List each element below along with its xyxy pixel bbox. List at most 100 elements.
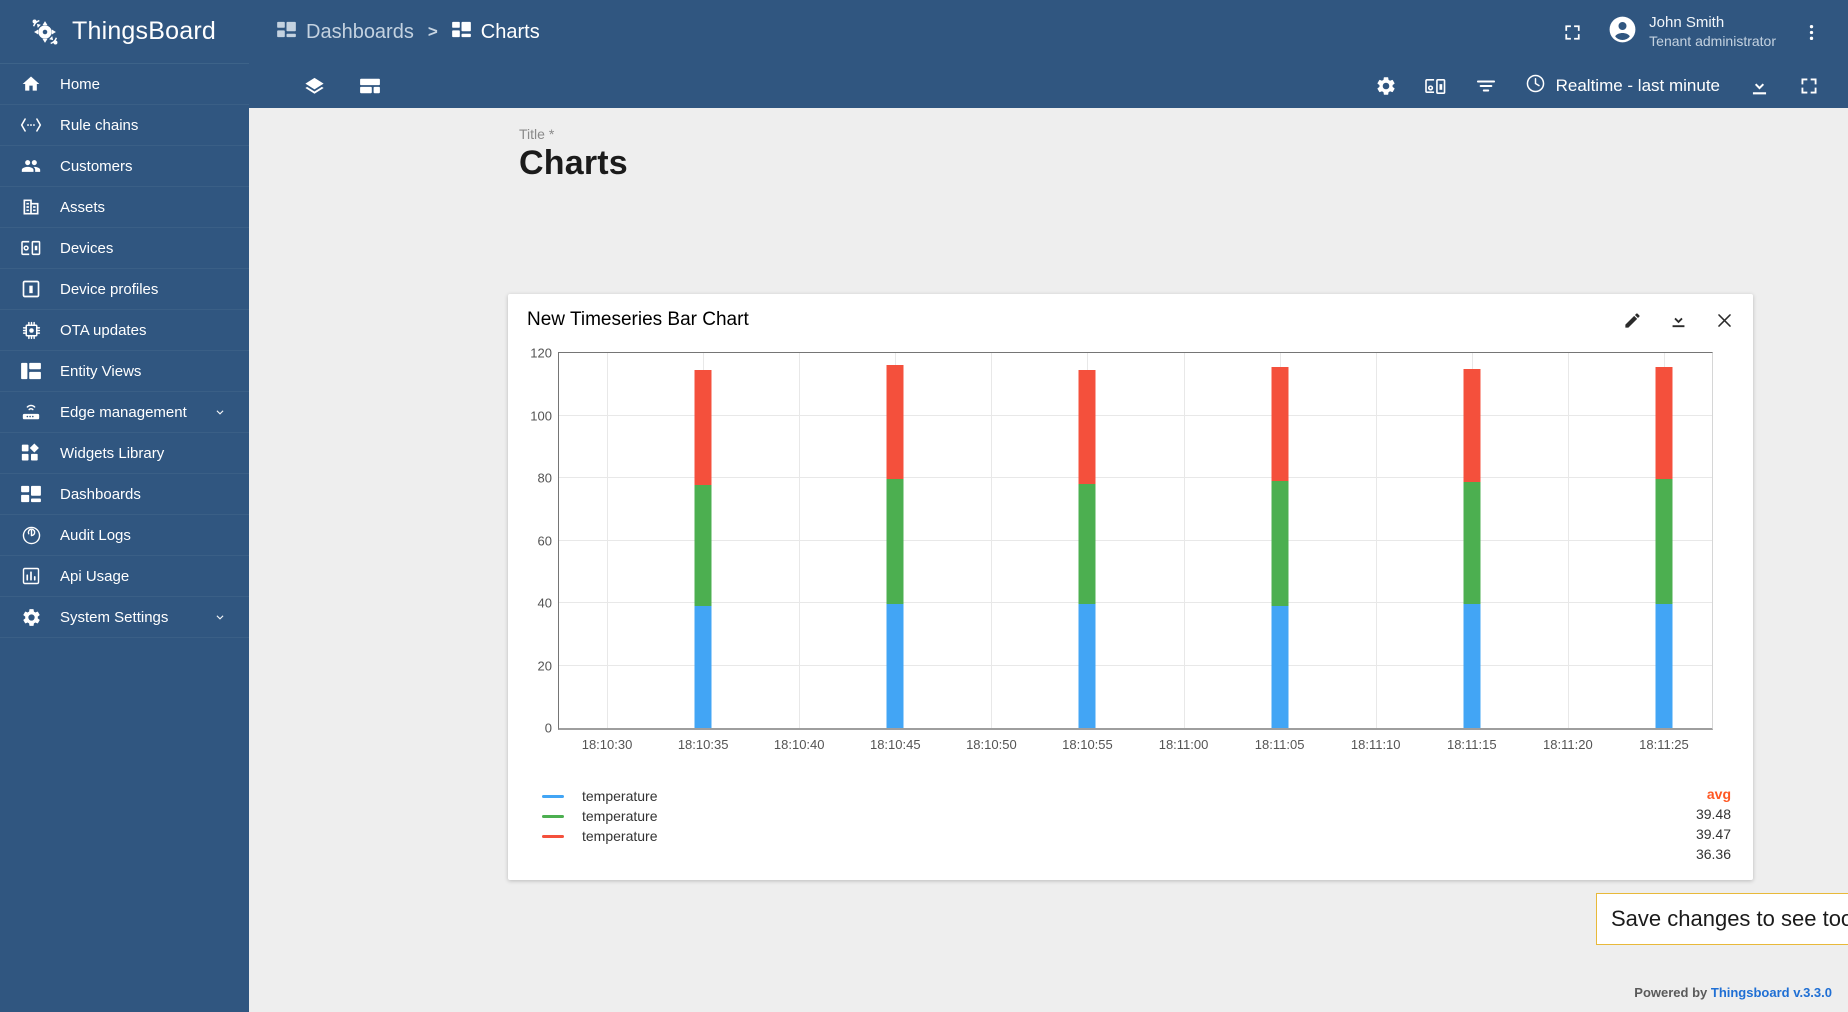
entity-views-icon: [18, 360, 44, 382]
chart-gridline: [559, 477, 1712, 478]
sidebar-item-edge-management[interactable]: Edge management: [0, 392, 249, 433]
chart-bar[interactable]: [1655, 353, 1673, 728]
edge-management-icon: [18, 401, 44, 423]
fullscreen-icon[interactable]: [1555, 15, 1589, 49]
sidebar-item-devices[interactable]: Devices: [0, 228, 249, 269]
legend-color-swatch: [542, 814, 564, 818]
chart-area: 0 20 40 60 80 100 120 18:10:30 18:10:35 18:10:40 1…: [528, 346, 1731, 766]
gear-icon: [18, 606, 44, 628]
sidebar-nav: Home Rule chains Customers Assets Device…: [0, 64, 249, 1012]
chart-bar[interactable]: [1078, 353, 1096, 728]
sidebar-item-label: Rule chains: [60, 116, 139, 134]
y-axis-tick-label: 40: [537, 595, 552, 611]
main-area: Dashboards > Charts John Smith Tenant ad…: [249, 0, 1848, 1012]
user-info: John Smith Tenant administrator: [1649, 13, 1776, 50]
download-icon[interactable]: [1742, 69, 1776, 103]
dashboards-icon: [451, 21, 471, 44]
chart-bar-segment: [1271, 481, 1289, 606]
legend-item[interactable]: temperature: [542, 786, 1696, 806]
sidebar-item-label: System Settings: [60, 608, 169, 626]
audit-logs-icon: [18, 524, 44, 546]
coachmark-text: Save changes to see tooltip: [1611, 906, 1848, 931]
sidebar-item-customers[interactable]: Customers: [0, 146, 249, 187]
breadcrumb-item-dashboards[interactable]: Dashboards: [277, 21, 414, 44]
sidebar-item-widgets-library[interactable]: Widgets Library: [0, 433, 249, 474]
chart-vertical-gridline: [799, 353, 801, 728]
device-preview-icon[interactable]: [1419, 69, 1453, 103]
home-icon: [18, 73, 44, 95]
sidebar-item-audit-logs[interactable]: Audit Logs: [0, 515, 249, 556]
sidebar-item-label: Widgets Library: [60, 444, 165, 462]
gear-icon[interactable]: [1369, 69, 1403, 103]
chart-bar-segment: [1463, 603, 1481, 728]
timewindow-selector[interactable]: Realtime - last minute: [1519, 69, 1726, 103]
chart-gridline: [559, 664, 1712, 666]
dashboard-content: Title * Charts New Timeseries Bar Chart: [249, 108, 1848, 1012]
chart-bar-segment: [1655, 604, 1673, 728]
sidebar-item-home[interactable]: Home: [0, 64, 249, 105]
chart-bar-segment: [1078, 369, 1096, 484]
x-axis-tick-label: 18:11:00: [1158, 737, 1209, 752]
dashboard-layout-icon[interactable]: [353, 69, 387, 103]
page-title[interactable]: Charts: [519, 144, 1848, 183]
close-icon[interactable]: [1711, 307, 1737, 333]
chevron-down-icon[interactable]: [213, 610, 227, 624]
fullscreen-icon[interactable]: [1792, 69, 1826, 103]
chart-bar-segment: [694, 369, 712, 485]
chart-bar[interactable]: [694, 353, 712, 728]
coachmark-tooltip: Save changes to see tooltip: [1596, 893, 1848, 945]
chart-bar-segment: [694, 606, 712, 728]
sidebar-item-label: Edge management: [60, 403, 187, 421]
chart-bar-segment: [886, 604, 904, 728]
download-icon[interactable]: [1665, 307, 1691, 333]
chart-bar[interactable]: [1271, 353, 1289, 728]
sidebar-item-entity-views[interactable]: Entity Views: [0, 351, 249, 392]
legend-item[interactable]: temperature: [542, 826, 1696, 846]
device-profiles-icon: [18, 278, 44, 300]
user-menu[interactable]: John Smith Tenant administrator: [1607, 13, 1776, 50]
sidebar-item-ota-updates[interactable]: OTA updates: [0, 310, 249, 351]
chart-vertical-gridline: [991, 353, 993, 728]
chart-bar[interactable]: [1463, 353, 1481, 728]
chart-plot[interactable]: 0 20 40 60 80 100 120 18:10:30 18:10:35 18:10:40 1…: [530, 346, 1713, 752]
x-axis-tick-label: 18:11:15: [1446, 737, 1497, 752]
sidebar-item-assets[interactable]: Assets: [0, 187, 249, 228]
chart-bar-segment: [886, 364, 904, 479]
widget-header: New Timeseries Bar Chart: [508, 294, 1753, 346]
sidebar-item-dashboards[interactable]: Dashboards: [0, 474, 249, 515]
chart-bar[interactable]: [886, 353, 904, 728]
y-axis-tick-label: 60: [537, 533, 552, 548]
sidebar-item-api-usage[interactable]: Api Usage: [0, 556, 249, 597]
chart-bar-segment: [1463, 369, 1481, 482]
devices-icon: [18, 237, 44, 259]
sidebar-item-device-profiles[interactable]: Device profiles: [0, 269, 249, 310]
more-vert-icon[interactable]: [1794, 15, 1828, 49]
chart-bar-segment: [1078, 603, 1096, 728]
sidebar-item-rule-chains[interactable]: Rule chains: [0, 105, 249, 146]
customers-icon: [18, 155, 44, 177]
x-axis-tick-label: 18:11:10: [1350, 737, 1401, 752]
chart-vertical-gridline: [1567, 353, 1569, 728]
x-axis-tick-label: 18:11:25: [1639, 737, 1689, 752]
legend-rows: temperature temperature temperature: [542, 786, 1696, 846]
chevron-down-icon[interactable]: [213, 405, 227, 419]
x-axis-tick-label: 18:10:45: [869, 737, 921, 752]
chart-gridline: [559, 602, 1712, 603]
chart-bar-segment: [1655, 367, 1673, 479]
sidebar-item-system-settings[interactable]: System Settings: [0, 597, 249, 638]
breadcrumb-label: Charts: [480, 20, 540, 43]
legend-avg-value: 39.48: [1695, 806, 1731, 822]
top-bar: Dashboards > Charts John Smith Tenant ad…: [249, 0, 1848, 64]
brand[interactable]: ThingsBoard: [0, 0, 249, 64]
breadcrumb-item-charts[interactable]: Charts: [451, 20, 540, 44]
thingsboard-version-link[interactable]: Thingsboard v.3.3.0: [1711, 985, 1832, 1000]
pencil-icon[interactable]: [1619, 307, 1645, 333]
legend-item[interactable]: temperature: [542, 806, 1696, 826]
layers-icon[interactable]: [297, 69, 331, 103]
assets-icon: [18, 196, 44, 218]
toolbar-left: [277, 69, 387, 103]
thingsboard-logo-icon: [26, 13, 64, 51]
filter-icon[interactable]: [1469, 69, 1503, 103]
chart-bar-segment: [1655, 478, 1673, 605]
x-axis-tick-label: 18:10:55: [1062, 737, 1113, 752]
